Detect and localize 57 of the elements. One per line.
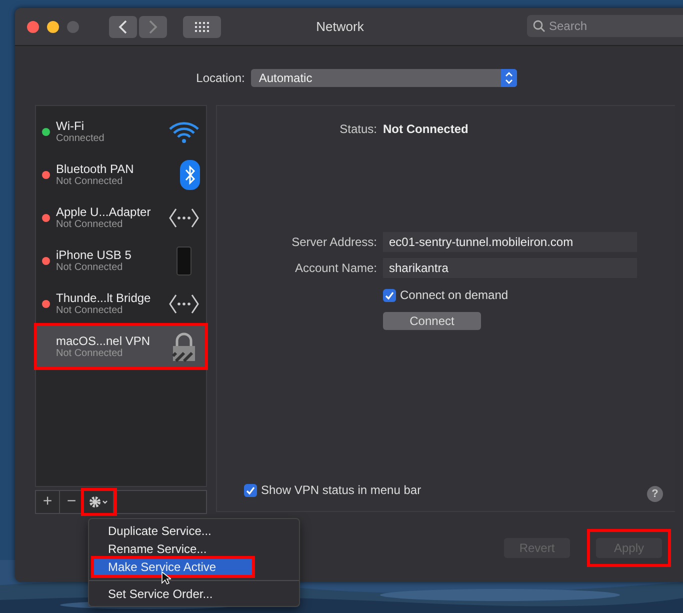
service-name: Thunde...lt Bridge [56,291,152,305]
field-label: Server Address: [290,235,377,249]
minimize-button[interactable] [47,20,59,32]
service-status: Not Connected [56,348,124,359]
remove-button[interactable]: − [60,491,84,513]
checkbox-label: Connect on demand [400,288,508,302]
stepper-icon [500,69,517,87]
service-item[interactable]: iPhone USB 5 Not Connected [36,239,206,282]
input-field[interactable]: sharikantra [383,258,637,278]
location-label: Location: [196,71,245,85]
connect-button[interactable]: Connect [383,312,481,330]
chevron-left-icon [118,20,128,34]
service-status: Not Connected [56,176,124,187]
checkmark-icon [246,486,255,494]
service-item[interactable]: macOS...nel VPN Not Connected [36,325,206,368]
bluetooth-icon [180,160,200,190]
service-status: Not Connected [56,219,124,230]
search-icon [533,20,545,32]
ethernet-icon [168,206,200,228]
service-status: Not Connected [56,262,124,273]
service-name: iPhone USB 5 [56,248,132,262]
checkbox[interactable] [383,288,396,302]
menu-item[interactable]: Make Service Active [93,558,253,576]
wifi-icon [168,120,200,144]
service-item[interactable]: Thunde...lt Bridge Not Connected [36,282,206,325]
checkbox[interactable] [244,484,257,496]
menu-item[interactable]: Duplicate Service... [89,522,299,540]
input-field[interactable]: ec01-sentry-tunnel.mobileiron.com [383,232,637,252]
back-button[interactable] [109,16,137,38]
chevron-right-icon [148,20,158,34]
service-name: Apple U...Adapter [56,205,152,219]
service-name: Wi-Fi [56,119,85,133]
location-select[interactable]: Automatic [250,69,517,87]
checkmark-icon [385,290,394,300]
service-item[interactable]: Wi-Fi Connected [36,110,206,153]
status-label: Status: [338,122,377,136]
menu-item[interactable]: Set Service Order... [89,585,299,603]
status-value: Not Connected [383,122,470,136]
add-button[interactable]: + [36,491,60,513]
window-title: Network [315,19,365,34]
gear-button[interactable] [84,491,114,513]
close-button[interactable] [27,20,39,32]
field-label: Account Name: [294,261,377,275]
ethernet-icon [168,292,200,314]
cursor-icon [161,571,171,585]
service-item[interactable]: Apple U...Adapter Not Connected [36,196,206,239]
gear-icon [88,495,110,509]
service-item[interactable]: Bluetooth PAN Not Connected [36,153,206,196]
service-name: Bluetooth PAN [56,162,135,176]
service-status: Not Connected [56,305,124,316]
checkbox-label: Show VPN status in menu bar [261,483,422,497]
menu-item[interactable]: Rename Service... [89,540,299,558]
grid-icon [195,22,209,32]
show-all-button[interactable] [183,16,221,38]
service-status: Connected [56,133,106,144]
service-name: macOS...nel VPN [56,334,152,348]
search-field[interactable]: Search [527,15,683,37]
